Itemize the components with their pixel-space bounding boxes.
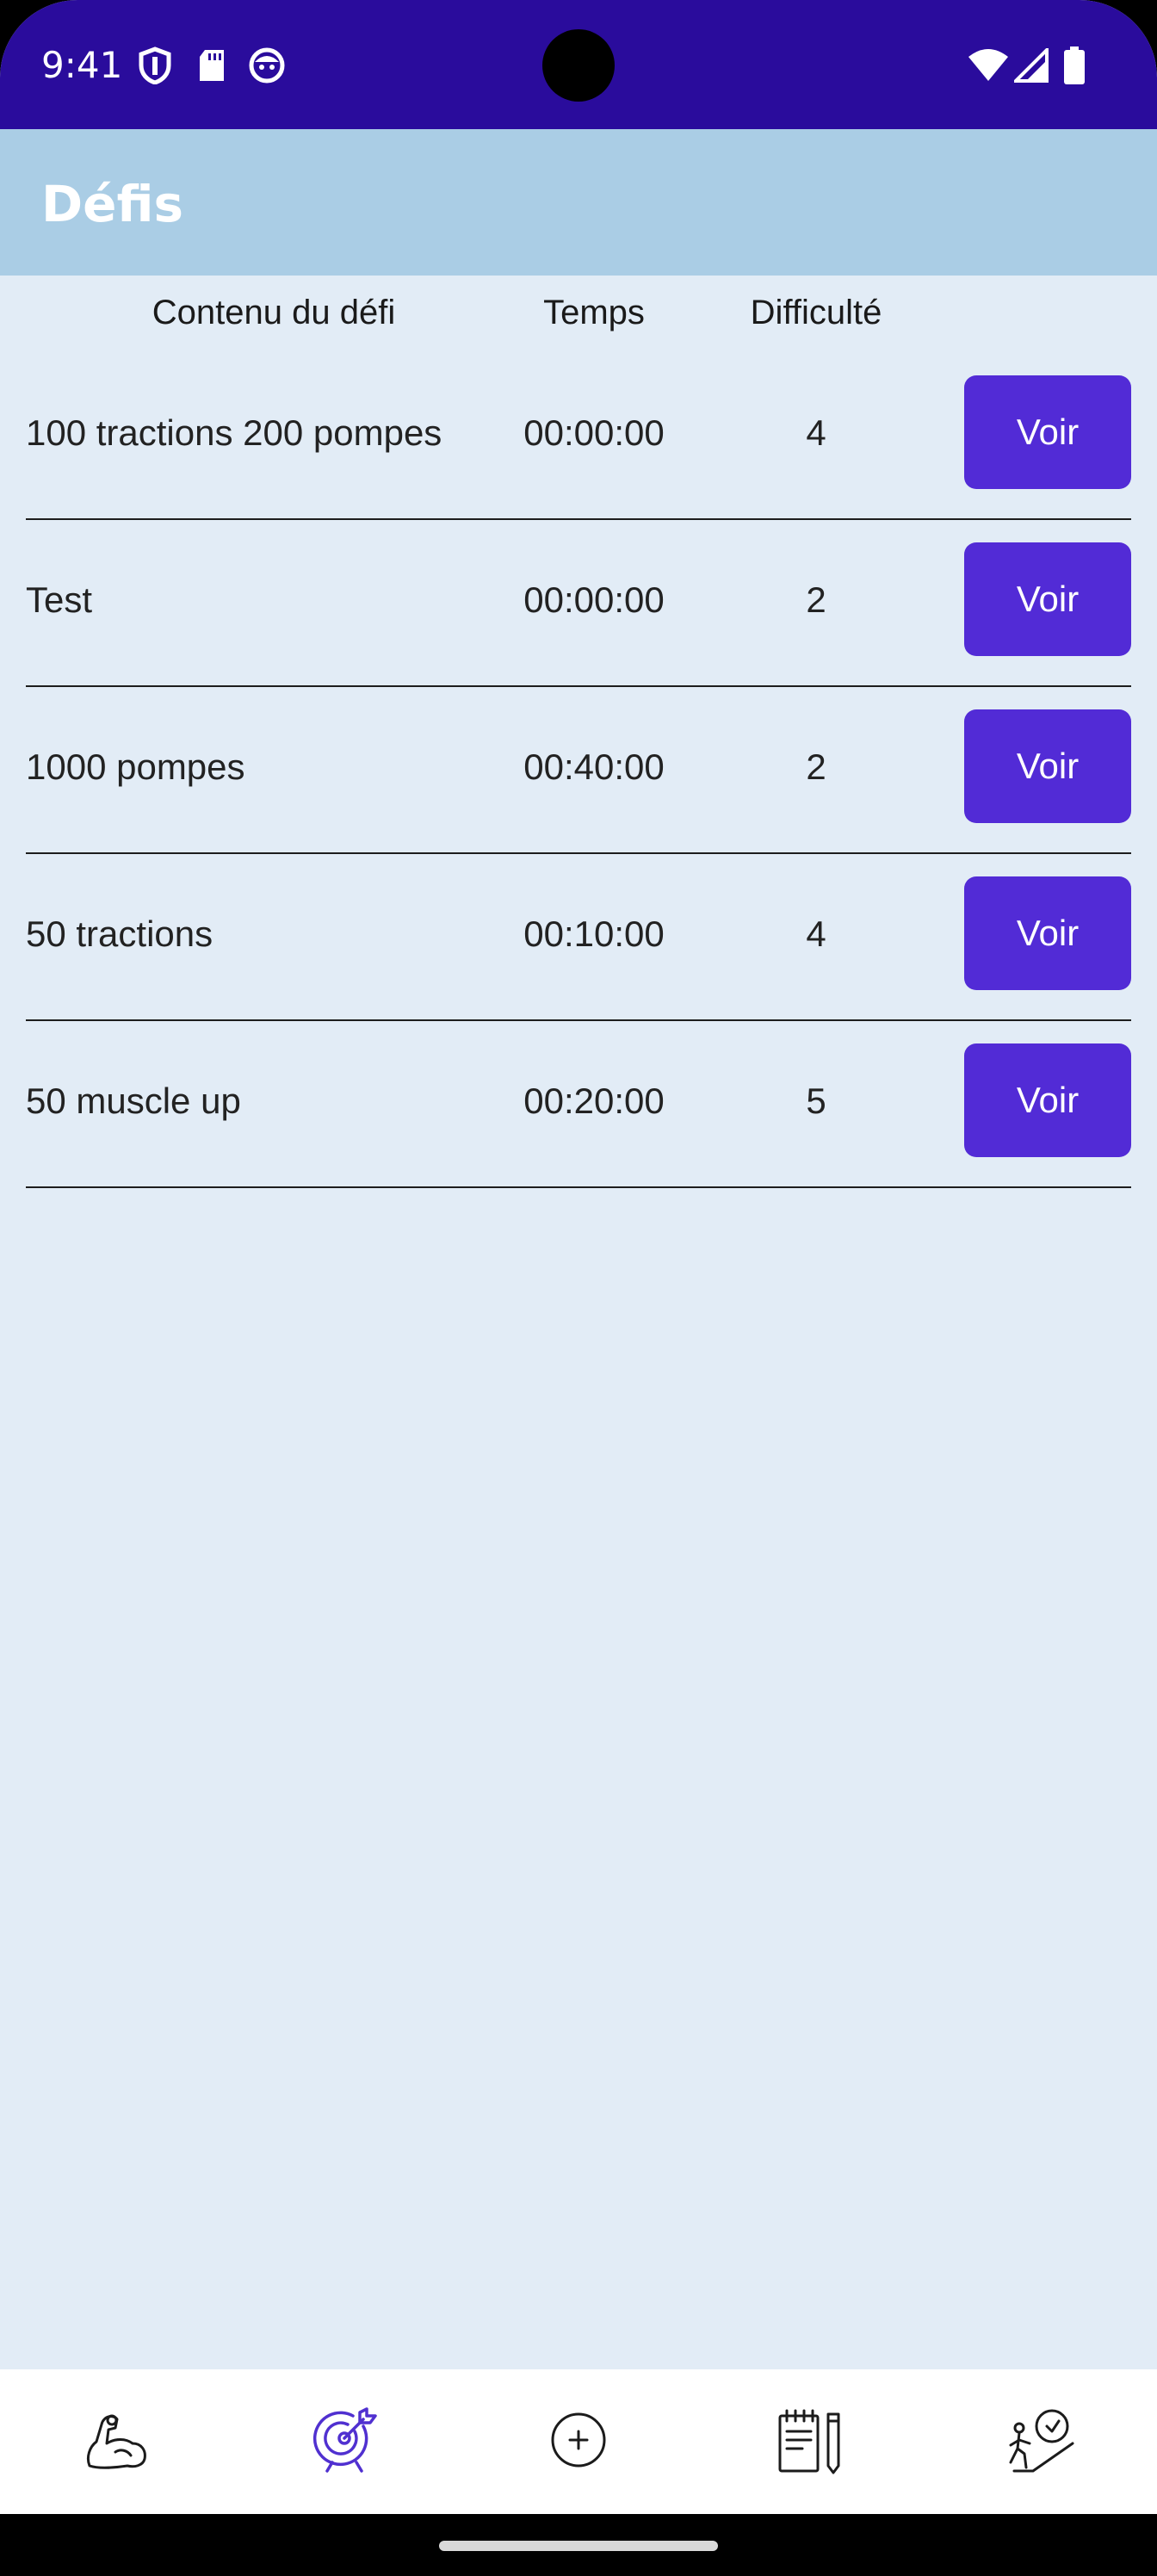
- target-icon: [312, 2406, 381, 2478]
- app-screen: 9:41 Défis Contenu du défi Temps Difficu…: [0, 0, 1157, 2576]
- table-header: Contenu du défi Temps Difficulté: [0, 276, 1157, 353]
- view-challenge-button[interactable]: Voir: [964, 709, 1131, 823]
- challenge-difficulty: 4: [806, 412, 826, 453]
- challenge-content: Test: [26, 579, 93, 620]
- challenge-time: 00:40:00: [523, 746, 665, 787]
- person-stairs-icon: [1007, 2406, 1076, 2478]
- bottom-navigation: [0, 2369, 1157, 2514]
- home-gesture-handle[interactable]: [439, 2541, 718, 2551]
- face-icon: [246, 45, 288, 86]
- challenge-time: 00:00:00: [523, 579, 665, 620]
- view-challenge-button[interactable]: Voir: [964, 542, 1131, 656]
- challenge-time: 00:10:00: [523, 913, 665, 954]
- challenge-content: 50 tractions: [26, 913, 213, 954]
- sd-card-icon: [191, 45, 232, 86]
- challenge-difficulty: 2: [806, 746, 826, 787]
- table-row: 1000 pompes 00:40:00 2 Voir: [0, 687, 1157, 854]
- table-row: 50 muscle up 00:20:00 5 Voir: [0, 1021, 1157, 1188]
- row-divider: [26, 1186, 1131, 1188]
- challenge-time: 00:00:00: [523, 412, 665, 453]
- signal-icon: [1011, 45, 1052, 86]
- flexed-arm-icon: [81, 2406, 150, 2478]
- nav-item-progress[interactable]: [990, 2390, 1093, 2493]
- view-challenge-button[interactable]: Voir: [964, 876, 1131, 990]
- add-circle-icon: [544, 2406, 613, 2478]
- challenge-difficulty: 5: [806, 1081, 826, 1121]
- table-row: 50 tractions 00:10:00 4 Voir: [0, 854, 1157, 1021]
- nav-item-training[interactable]: [64, 2390, 167, 2493]
- nav-item-add[interactable]: [527, 2390, 630, 2493]
- table-row: 100 tractions 200 pompes 00:00:00 4 Voir: [0, 353, 1157, 520]
- notepad-pencil-icon: [775, 2406, 844, 2478]
- nav-item-challenges[interactable]: [294, 2390, 398, 2493]
- shield-icon: [134, 45, 176, 86]
- table-row: Test 00:00:00 2 Voir: [0, 520, 1157, 687]
- column-header-difficulty: Difficulté: [750, 294, 882, 331]
- page-title: Défis: [41, 175, 183, 233]
- view-challenge-button[interactable]: Voir: [964, 1043, 1131, 1157]
- camera-cutout: [542, 29, 615, 102]
- challenge-difficulty: 2: [806, 579, 826, 620]
- view-challenge-button[interactable]: Voir: [964, 375, 1131, 489]
- challenge-content: 1000 pompes: [26, 746, 245, 787]
- challenge-time: 00:20:00: [523, 1081, 665, 1121]
- challenge-content: 100 tractions 200 pompes: [26, 412, 442, 453]
- status-time: 9:41: [41, 44, 123, 86]
- nav-item-notes[interactable]: [758, 2390, 861, 2493]
- column-header-time: Temps: [543, 294, 645, 331]
- battery-icon: [1054, 45, 1095, 86]
- wifi-icon: [966, 45, 1011, 86]
- app-bar: Défis: [0, 129, 1157, 276]
- challenge-content: 50 muscle up: [26, 1081, 241, 1121]
- challenge-difficulty: 4: [806, 913, 826, 954]
- challenge-list: 100 tractions 200 pompes 00:00:00 4 Voir…: [0, 353, 1157, 1188]
- column-header-content: Contenu du défi: [152, 294, 396, 331]
- status-bar: 9:41: [0, 0, 1157, 129]
